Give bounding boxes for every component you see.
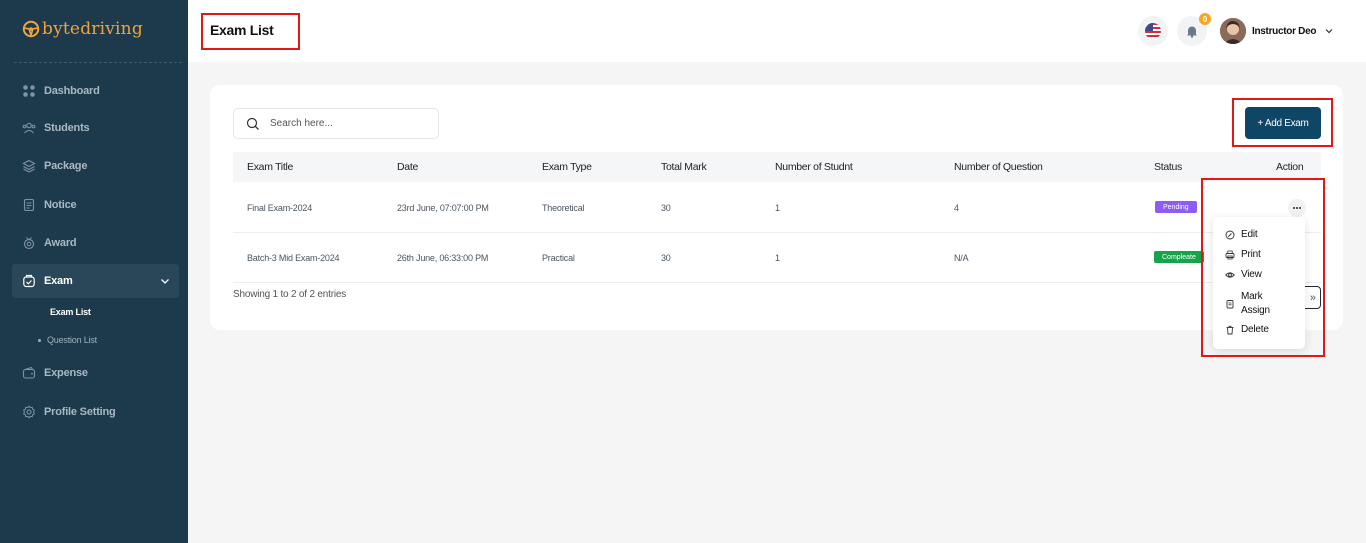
status-badge: Pending [1155,201,1197,213]
sidebar-divider [14,62,182,63]
menu-item-label: Edit [1241,229,1258,240]
add-exam-button[interactable]: + Add Exam [1245,107,1321,139]
column-header-exam-title[interactable]: Exam Title [247,161,293,173]
sidebar-subitem-question-list[interactable]: Question List [38,335,97,345]
cell-total-mark: 30 [661,253,671,263]
sidebar-item-label: Dashboard [44,85,100,97]
avatar [1220,18,1246,44]
cell-exam-type: Theoretical [542,203,585,213]
brand-logo[interactable]: bytedriving [22,17,143,41]
user-name: Instructor Deo [1252,25,1317,37]
award-icon [23,237,35,250]
menu-item-edit[interactable]: Edit [1225,229,1258,240]
sidebar-item-dashboard[interactable]: Dashboard [12,74,179,108]
sidebar-subitem-label: Question List [47,335,97,345]
cell-total-mark: 30 [661,203,671,213]
sidebar-subitem-exam-list[interactable]: Exam List [50,307,91,317]
menu-item-label: Mark Assign [1241,290,1270,318]
sidebar-item-label: Package [44,160,88,172]
menu-item-mark-assign[interactable]: Mark Assign [1225,290,1270,318]
language-button[interactable] [1138,16,1168,46]
user-menu[interactable]: Instructor Deo [1220,18,1334,44]
brand-name: bytedriving [42,19,143,39]
column-header-date[interactable]: Date [397,161,418,173]
menu-item-print[interactable]: Print [1225,249,1261,260]
us-flag-icon [1145,23,1161,39]
sidebar-item-exam[interactable]: Exam [12,264,179,298]
sidebar-item-label: Exam [44,275,73,287]
sidebar-subitem-label: Exam List [50,307,91,317]
exam-list-card: + Add Exam Exam Title Date Exam Type Tot… [210,85,1343,330]
printer-icon [1225,250,1235,259]
sidebar-item-students[interactable]: Students [12,111,179,145]
search-box[interactable] [233,108,439,139]
column-header-status[interactable]: Status [1154,161,1182,173]
sidebar-item-profile-setting[interactable]: Profile Setting [12,395,179,429]
layers-icon [22,159,36,173]
clipboard-icon [1226,300,1234,309]
chevron-down-icon [161,279,169,284]
sidebar-item-notice[interactable]: Notice [12,188,179,222]
sidebar-item-label: Notice [44,199,77,211]
cell-date: 23rd June, 07:07:00 PM [397,203,489,213]
row-action-dropdown: Edit Print View Mark Assign Delete [1213,217,1305,349]
wallet-icon [22,366,36,379]
sidebar-item-expense[interactable]: Expense [12,356,179,390]
menu-item-delete[interactable]: Delete [1225,324,1269,335]
search-icon [246,117,259,130]
search-input[interactable] [270,118,420,129]
gear-icon [23,405,35,419]
mark-assign-line-1: Mark [1241,291,1263,302]
menu-item-view[interactable]: View [1225,269,1262,280]
menu-item-label: Delete [1241,324,1269,335]
notification-button[interactable]: 0 [1177,13,1211,46]
sidebar: bytedriving Dashboard Students Package N… [0,0,188,543]
row-action-menu-button[interactable] [1288,199,1306,217]
cell-exam-title: Final Exam-2024 [247,203,313,213]
sidebar-item-package[interactable]: Package [12,149,179,183]
cell-exam-type: Practical [542,253,575,263]
sidebar-item-label: Expense [44,367,88,379]
avatar-image [1220,18,1246,44]
eye-icon [1225,271,1235,278]
column-header-total-mark[interactable]: Total Mark [661,161,707,173]
table-header: Exam Title Date Exam Type Total Mark Num… [233,152,1321,182]
trash-icon [1226,325,1234,334]
top-header: Exam List 0 Instructor Deo [188,0,1366,62]
mark-assign-line-2: Assign [1241,305,1270,316]
cell-number-of-student: 1 [775,203,780,213]
sidebar-item-label: Students [44,122,90,134]
document-icon [23,198,35,212]
menu-item-label: Print [1241,249,1261,260]
cell-number-of-question: N/A [954,253,969,263]
cell-date: 26th June, 06:33:00 PM [397,253,489,263]
table-row: Batch-3 Mid Exam-2024 26th June, 06:33:0… [233,233,1321,283]
bell-icon [1187,26,1197,38]
edit-icon [1225,230,1235,239]
cell-number-of-question: 4 [954,203,959,213]
exam-icon [23,274,35,288]
column-header-number-of-student[interactable]: Number of Studnt [775,161,853,173]
column-header-exam-type[interactable]: Exam Type [542,161,592,173]
page-title: Exam List [210,22,274,38]
notification-badge: 0 [1199,13,1211,25]
sidebar-item-award[interactable]: Award [12,226,179,260]
entries-info: Showing 1 to 2 of 2 entries [233,289,347,300]
users-icon [22,122,36,134]
column-header-action: Action [1276,161,1304,173]
status-badge: Compleate [1154,251,1204,263]
sidebar-item-label: Profile Setting [44,406,116,418]
sidebar-item-label: Award [44,237,77,249]
menu-item-label: View [1241,269,1262,280]
cell-exam-title: Batch-3 Mid Exam-2024 [247,253,340,263]
chevron-down-icon [1325,29,1333,34]
bullet-dot [38,338,41,342]
cell-number-of-student: 1 [775,253,780,263]
grid-icon [23,85,35,97]
steering-wheel-icon [22,20,40,38]
table-row: Final Exam-2024 23rd June, 07:07:00 PM T… [233,183,1321,233]
column-header-number-of-question[interactable]: Number of Question [954,161,1043,173]
